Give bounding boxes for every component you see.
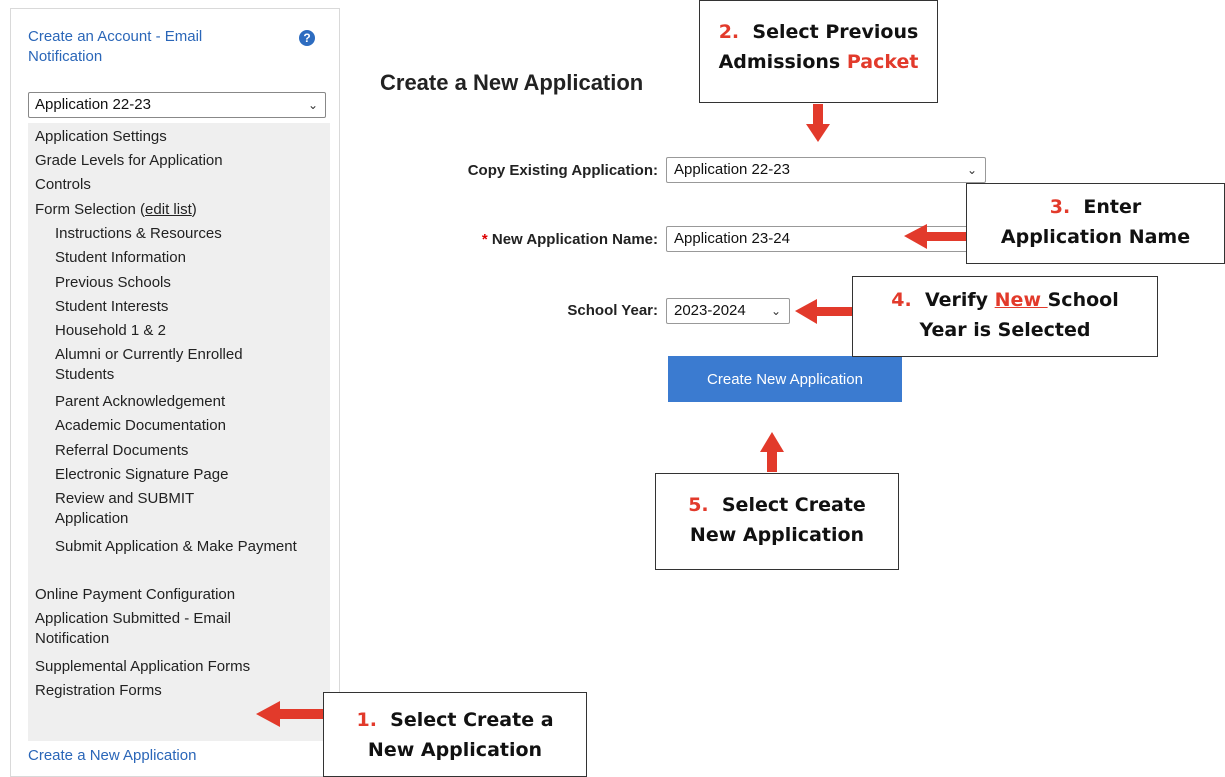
arrow-4-head [795,299,817,324]
callout-5-line1: 5. Select Create [688,494,866,516]
callout-4-line1: 4. Verify New School [891,289,1119,311]
callout-step-1: 1. Select Create a New Application [323,692,587,777]
arrow-2-head [806,124,830,142]
arrow-5-shaft [767,450,777,472]
callout-3-line2: Application Name [1000,226,1191,248]
arrow-5-head [760,432,784,452]
arrow-1-shaft [278,709,323,719]
callout-step-3: 3. Enter Application Name [966,183,1225,264]
callout-3-line1: 3. Enter [1049,196,1142,218]
callout-5-line2: New Application [689,524,865,546]
arrow-2-shaft [813,104,823,126]
callout-step-5: 5. Select Create New Application [655,473,899,570]
callout-4-line2: Year is Selected [919,319,1091,341]
arrow-4-shaft [815,307,853,316]
callout-2-line1: 2. Select Previous [718,21,919,43]
callout-step-2: 2. Select Previous Admissions Packet [699,0,938,103]
arrow-3-shaft [925,232,970,241]
callout-step-4: 4. Verify New School Year is Selected [852,276,1158,357]
annotation-arrows [256,104,970,727]
callout-1-line2: New Application [367,739,543,761]
callout-2-line2: Admissions Packet [718,51,919,73]
arrow-1-head [256,701,280,727]
callout-1-line1: 1. Select Create a [356,709,554,731]
arrow-3-head [904,224,927,249]
